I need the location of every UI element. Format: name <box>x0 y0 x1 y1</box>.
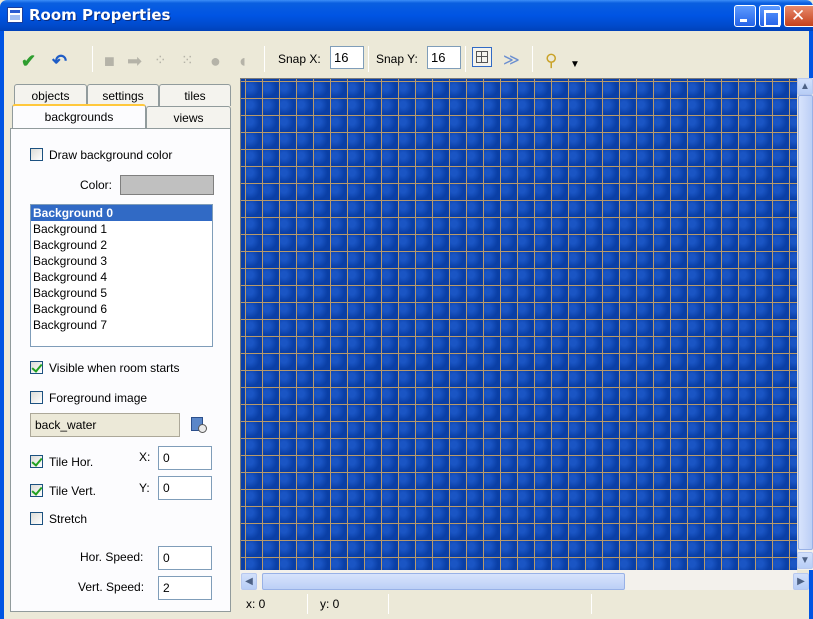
snap-x-label: Snap X: <box>278 52 321 66</box>
hor-speed-label: Hor. Speed: <box>80 550 144 564</box>
y-offset-input[interactable]: 0 <box>158 476 212 500</box>
magnifier-icon[interactable]: ⚲ <box>545 52 557 70</box>
undo-icon[interactable]: ↶ <box>52 52 67 70</box>
list-item[interactable]: Background 3 <box>31 253 212 269</box>
isometric-grid-icon[interactable]: ≫ <box>503 52 520 70</box>
toolbar-separator <box>465 46 466 72</box>
foreground-image-checkbox[interactable] <box>30 391 43 404</box>
x-offset-input[interactable]: 0 <box>158 446 212 470</box>
tile-vert-checkbox[interactable] <box>30 484 43 497</box>
minimize-button[interactable] <box>734 5 756 27</box>
draw-background-color-label: Draw background color <box>49 148 173 162</box>
unlock-icon[interactable]: ◖ <box>237 52 248 70</box>
chevron-down-icon[interactable]: ▼ <box>570 56 580 74</box>
status-y: y: 0 <box>320 597 340 611</box>
background-image-name: back_water <box>30 413 180 437</box>
tab-views[interactable]: views <box>146 106 231 128</box>
tab-settings[interactable]: settings <box>87 84 159 106</box>
snap-y-label: Snap Y: <box>376 52 418 66</box>
scroll-down-arrow-icon[interactable]: ▼ <box>797 552 813 569</box>
window-title: Room Properties <box>29 6 171 24</box>
status-separator <box>307 594 308 614</box>
vert-speed-label: Vert. Speed: <box>78 580 145 594</box>
lock-icon[interactable]: ● <box>210 52 221 70</box>
window-icon <box>7 7 23 23</box>
list-item[interactable]: Background 2 <box>31 237 212 253</box>
list-item[interactable]: Background 4 <box>31 269 212 285</box>
visible-when-room-starts-label: Visible when room starts <box>49 361 180 375</box>
sort-x-icon[interactable]: ⁘ <box>154 52 167 70</box>
toolbar-separator <box>92 46 93 72</box>
room-canvas[interactable] <box>240 78 797 570</box>
toolbar-separator <box>368 46 369 72</box>
status-separator <box>591 594 592 614</box>
x-label: X: <box>139 450 151 464</box>
status-x: x: 0 <box>246 597 266 611</box>
toolbar-separator <box>264 46 265 72</box>
tile-hor-label: Tile Hor. <box>49 455 94 469</box>
visible-when-room-starts-checkbox[interactable] <box>30 361 43 374</box>
maximize-button[interactable] <box>759 5 781 27</box>
sort-y-icon[interactable]: ⁙ <box>181 52 194 70</box>
vert-speed-input[interactable]: 2 <box>158 576 212 600</box>
list-item[interactable]: Background 1 <box>31 221 212 237</box>
status-separator <box>388 594 389 614</box>
vertical-scroll-thumb[interactable] <box>798 95 813 550</box>
tile-vert-label: Tile Vert. <box>49 484 96 498</box>
toolbar-separator <box>532 46 533 72</box>
show-grid-icon[interactable] <box>472 47 492 67</box>
snap-x-input[interactable]: 16 <box>330 46 364 69</box>
y-label: Y: <box>139 481 150 495</box>
stretch-checkbox[interactable] <box>30 512 43 525</box>
shift-instances-icon[interactable]: ➡ <box>127 52 142 70</box>
browse-image-icon[interactable] <box>190 416 207 433</box>
scroll-right-arrow-icon[interactable]: ▶ <box>793 573 809 590</box>
close-button[interactable]: ✕ <box>784 5 813 27</box>
color-label: Color: <box>80 178 113 192</box>
snap-y-input[interactable]: 16 <box>427 46 461 69</box>
stretch-label: Stretch <box>49 512 88 526</box>
tab-backgrounds[interactable]: backgrounds <box>12 104 146 128</box>
hor-speed-input[interactable]: 0 <box>158 546 212 570</box>
list-item[interactable]: Background 0 <box>31 205 212 221</box>
list-item[interactable]: Background 6 <box>31 301 212 317</box>
ok-checkmark-icon[interactable]: ✔ <box>21 52 36 70</box>
draw-background-color-checkbox[interactable] <box>30 148 43 161</box>
tile-hor-checkbox[interactable] <box>30 455 43 468</box>
background-list[interactable]: Background 0 Background 1 Background 2 B… <box>30 204 213 347</box>
scroll-left-arrow-icon[interactable]: ◀ <box>241 573 257 590</box>
tab-tiles[interactable]: tiles <box>159 84 231 106</box>
background-color-swatch[interactable] <box>120 175 214 195</box>
close-icon: ✕ <box>791 6 806 26</box>
scroll-up-arrow-icon[interactable]: ▲ <box>797 78 813 95</box>
foreground-image-label: Foreground image <box>49 391 148 405</box>
list-item[interactable]: Background 7 <box>31 317 212 333</box>
title-bar: Room Properties ✕ <box>0 0 813 31</box>
tab-objects[interactable]: objects <box>14 84 87 106</box>
horizontal-scroll-thumb[interactable] <box>262 573 625 590</box>
clear-room-icon[interactable]: ■ <box>104 52 115 70</box>
list-item[interactable]: Background 5 <box>31 285 212 301</box>
